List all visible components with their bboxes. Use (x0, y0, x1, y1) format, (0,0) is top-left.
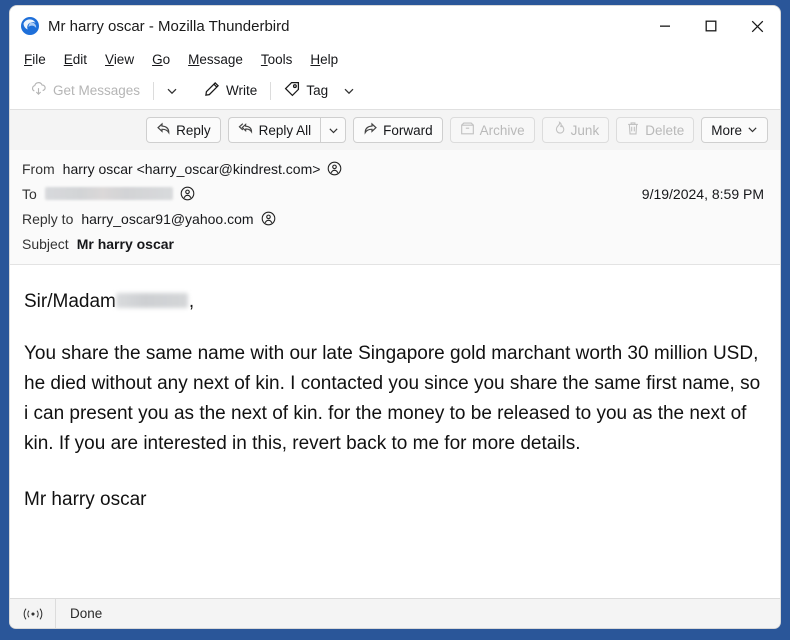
header-row-reply-to: Reply to harry_oscar91@yahoo.com (22, 206, 768, 231)
greeting-text: Sir/Madam (24, 291, 116, 312)
menu-item-file-rest: ile (32, 51, 46, 67)
get-messages-chevron-down-icon[interactable] (159, 81, 185, 101)
thunderbird-window: Mr harry oscar - Mozilla Thunderbird Fil… (10, 6, 780, 628)
thunderbird-logo-icon (20, 16, 40, 36)
body-greeting: Sir/Madam, (24, 287, 766, 317)
menu-item-edit-rest: dit (72, 51, 88, 67)
reply-all-chevron-down-icon[interactable] (320, 117, 347, 143)
maximize-button[interactable] (688, 6, 734, 46)
message-date: 9/19/2024, 8:59 PM (641, 185, 764, 202)
trash-icon (626, 121, 640, 139)
reply-all-label: Reply All (258, 122, 312, 138)
toolbar-separator-3 (270, 81, 272, 100)
tag-chevron-down-icon[interactable] (336, 81, 362, 101)
flame-icon (552, 121, 566, 139)
broadcast-signal-icon (10, 598, 56, 628)
forward-button[interactable]: Forward (353, 117, 443, 143)
menu-item-message-rest: essage (199, 51, 243, 67)
reply-button[interactable]: Reply (146, 117, 221, 143)
reply-all-button[interactable]: Reply All (227, 117, 321, 143)
reply-to-label: Reply to (22, 210, 74, 227)
body-paragraph: You share the same name with our late Si… (24, 343, 761, 454)
tag-icon (284, 81, 300, 100)
menu-item-view-rest: iew (113, 51, 135, 67)
reply-label: Reply (176, 122, 211, 138)
header-row-subject: Subject Mr harry oscar (22, 231, 768, 256)
junk-button[interactable]: Junk (541, 117, 610, 143)
reply-all-arrow-icon (238, 121, 254, 139)
download-cloud-icon (30, 81, 47, 101)
forward-label: Forward (383, 122, 433, 138)
more-chevron-down-icon (747, 123, 758, 138)
pencil-icon (204, 81, 220, 100)
from-contact-person-icon[interactable] (327, 161, 342, 176)
reply-to-value[interactable]: harry_oscar91@yahoo.com (81, 211, 253, 227)
menu-bar: File Edit View Go Message Tools Help (10, 46, 780, 72)
status-bar: Done (10, 598, 780, 628)
reply-arrow-icon (156, 121, 171, 139)
forward-arrow-icon (363, 121, 378, 139)
more-button[interactable]: More (701, 117, 768, 143)
write-button[interactable]: Write (196, 77, 265, 104)
message-action-toolbar: Reply Reply All Forward Archive Junk Del… (10, 110, 780, 150)
menu-item-tools-rest: ools (267, 51, 293, 67)
menu-item-file[interactable]: File (24, 52, 46, 67)
menu-item-message[interactable]: Message (188, 52, 243, 67)
menu-item-view[interactable]: View (105, 52, 134, 67)
delete-label: Delete (645, 122, 685, 138)
to-contact-person-icon[interactable] (180, 186, 195, 201)
tag-label: Tag (306, 83, 329, 98)
status-text: Done (70, 606, 103, 621)
window-controls (642, 6, 780, 46)
to-value-redacted[interactable] (44, 187, 173, 200)
menu-item-help-rest: elp (320, 51, 339, 67)
from-label: From (22, 160, 55, 177)
greeting-redacted-name (115, 293, 188, 308)
from-value[interactable]: harry oscar <harry_oscar@kindrest.com> (63, 161, 321, 177)
subject-label: Subject (22, 235, 69, 252)
reply-to-contact-person-icon[interactable] (261, 211, 276, 226)
menu-item-go[interactable]: Go (152, 52, 170, 67)
write-label: Write (226, 83, 258, 98)
message-headers: From harry oscar <harry_oscar@kindrest.c… (10, 150, 780, 265)
menu-item-help[interactable]: Help (310, 52, 338, 67)
toolbar-separator-1 (153, 81, 155, 100)
delete-button[interactable]: Delete (616, 117, 695, 143)
greeting-comma: , (188, 291, 195, 312)
to-label: To (22, 185, 37, 202)
minimize-button[interactable] (642, 6, 688, 46)
title-bar: Mr harry oscar - Mozilla Thunderbird (10, 6, 780, 46)
tag-button[interactable]: Tag (276, 77, 336, 104)
message-body: Sir/Madam, You share the same name with … (10, 265, 780, 598)
get-messages-button[interactable]: Get Messages (22, 77, 148, 105)
archive-label: Archive (479, 122, 525, 138)
menu-item-edit[interactable]: Edit (64, 52, 87, 67)
get-messages-label: Get Messages (53, 83, 141, 98)
header-row-to: To 9/19/2024, 8:59 PM (22, 181, 768, 206)
close-button[interactable] (734, 6, 780, 46)
more-label: More (711, 122, 742, 138)
menu-item-tools[interactable]: Tools (261, 52, 293, 67)
menu-item-go-rest: o (162, 51, 171, 67)
body-signature: Mr harry oscar (24, 489, 147, 510)
reply-all-split-button: Reply All (227, 117, 347, 143)
junk-label: Junk (570, 122, 600, 138)
archive-button[interactable]: Archive (449, 117, 535, 143)
header-row-from: From harry oscar <harry_oscar@kindrest.c… (22, 156, 768, 181)
subject-value: Mr harry oscar (76, 235, 174, 252)
archive-box-icon (460, 121, 475, 139)
window-title: Mr harry oscar - Mozilla Thunderbird (48, 17, 290, 35)
main-toolbar: Get Messages Write Tag (10, 72, 780, 110)
